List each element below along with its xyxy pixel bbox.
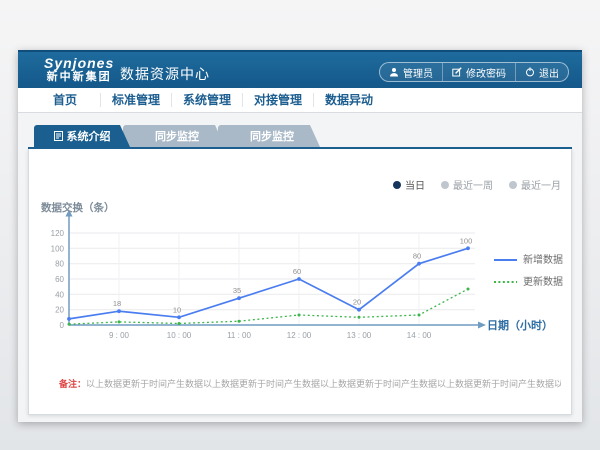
nav-item-4[interactable]: 对接管理 bbox=[242, 93, 313, 107]
radio-dot-icon bbox=[441, 181, 449, 189]
svg-text:9 : 00: 9 : 00 bbox=[109, 331, 130, 340]
logo: Synjones 新中新集团 bbox=[44, 55, 114, 84]
nav-item-3[interactable]: 系统管理 bbox=[171, 93, 242, 107]
time-filter-option-2[interactable]: 最近一周 bbox=[441, 177, 493, 192]
nav-item-2[interactable]: 标准管理 bbox=[100, 93, 171, 107]
tab-label: 系统介绍 bbox=[67, 128, 111, 144]
power-icon bbox=[525, 67, 535, 77]
nav-item-1[interactable]: 首页 bbox=[30, 93, 100, 107]
user-icon bbox=[389, 67, 399, 77]
svg-text:18: 18 bbox=[113, 299, 121, 308]
tab-underline bbox=[28, 147, 572, 149]
svg-text:35: 35 bbox=[233, 286, 241, 295]
change-password-button[interactable]: 修改密码 bbox=[442, 63, 515, 81]
tab-label: 同步监控 bbox=[155, 128, 199, 144]
svg-text:数据交换（条）: 数据交换（条） bbox=[40, 201, 115, 214]
tab-3[interactable]: 同步监控 bbox=[218, 125, 320, 147]
svg-text:10 : 00: 10 : 00 bbox=[167, 331, 192, 340]
time-filter-option-1[interactable]: 当日 bbox=[393, 177, 425, 192]
svg-text:20: 20 bbox=[353, 298, 361, 307]
svg-text:13 : 00: 13 : 00 bbox=[347, 331, 372, 340]
svg-text:11 : 00: 11 : 00 bbox=[227, 331, 251, 340]
svg-text:60: 60 bbox=[293, 267, 301, 276]
edit-icon bbox=[452, 67, 462, 77]
radio-label: 当日 bbox=[405, 177, 425, 192]
app-header: Synjones 新中新集团 数据资源中心 管理员 修改密码 退出 bbox=[18, 50, 582, 88]
x-axis-arrow bbox=[478, 322, 486, 329]
logo-text-en: Synjones bbox=[44, 55, 114, 71]
logo-text-cn: 新中新集团 bbox=[44, 71, 114, 84]
svg-text:10: 10 bbox=[173, 305, 181, 314]
user-button[interactable]: 管理员 bbox=[380, 63, 442, 81]
change-password-label: 修改密码 bbox=[466, 65, 506, 80]
note-text: 以上数据更新于时间产生数据以上数据更新于时间产生数据以上数据更新于时间产生数据以… bbox=[86, 379, 561, 389]
svg-text:120: 120 bbox=[51, 229, 65, 238]
logout-label: 退出 bbox=[539, 65, 559, 80]
tab-2[interactable]: 同步监控 bbox=[123, 125, 225, 147]
app-window: Synjones 新中新集团 数据资源中心 管理员 修改密码 退出 首页标准 bbox=[18, 50, 582, 422]
tab-bar: 系统介绍 同步监控 同步监控 bbox=[34, 125, 320, 147]
radio-label: 最近一月 bbox=[521, 177, 561, 192]
svg-text:更新数据: 更新数据 bbox=[523, 275, 563, 288]
tab-1[interactable]: 系统介绍 bbox=[34, 125, 130, 147]
svg-text:新增数据: 新增数据 bbox=[523, 253, 563, 266]
svg-text:12 : 00: 12 : 00 bbox=[287, 331, 312, 340]
desktop-background: Synjones 新中新集团 数据资源中心 管理员 修改密码 退出 首页标准 bbox=[0, 0, 600, 450]
document-icon bbox=[54, 131, 63, 141]
svg-text:100: 100 bbox=[460, 236, 473, 245]
main-nav: 首页标准管理系统管理对接管理数据异动 bbox=[18, 88, 582, 113]
radio-dot-icon bbox=[509, 181, 517, 189]
note-label: 备注： bbox=[59, 379, 86, 389]
time-filter-option-3[interactable]: 最近一月 bbox=[509, 177, 561, 192]
line-chart: 0 20 40 60 80 100 120 9 : 00 10 : 00 11 : 00 12 : … bbox=[39, 199, 571, 349]
radio-dot-icon bbox=[393, 181, 401, 189]
user-toolbar: 管理员 修改密码 退出 bbox=[379, 62, 569, 82]
svg-text:80: 80 bbox=[413, 252, 421, 261]
svg-text:100: 100 bbox=[51, 244, 65, 253]
time-range-filter: 当日 最近一周 最近一月 bbox=[393, 177, 561, 192]
logout-button[interactable]: 退出 bbox=[515, 63, 568, 81]
radio-label: 最近一周 bbox=[453, 177, 493, 192]
nav-item-5[interactable]: 数据异动 bbox=[313, 93, 384, 107]
footer-note: 备注：以上数据更新于时间产生数据以上数据更新于时间产生数据以上数据更新于时间产生… bbox=[59, 377, 561, 390]
svg-text:40: 40 bbox=[55, 290, 64, 299]
tab-label: 同步监控 bbox=[250, 128, 294, 144]
svg-text:14 : 00: 14 : 00 bbox=[407, 331, 432, 340]
svg-text:0: 0 bbox=[60, 321, 65, 330]
svg-text:日期（小时）: 日期（小时） bbox=[487, 318, 553, 332]
svg-text:20: 20 bbox=[55, 306, 64, 315]
panel-card: 系统介绍 同步监控 同步监控 当日 最近一周 最近一月 0 20 40 60 80 100 120 9… bbox=[28, 125, 572, 415]
user-label: 管理员 bbox=[403, 65, 433, 80]
page-title: 数据资源中心 bbox=[120, 64, 210, 84]
svg-text:60: 60 bbox=[55, 275, 64, 284]
svg-text:80: 80 bbox=[55, 260, 64, 269]
card-body: 当日 最近一周 最近一月 0 20 40 60 80 100 120 9 : 00 10 : 00 1… bbox=[28, 149, 572, 415]
